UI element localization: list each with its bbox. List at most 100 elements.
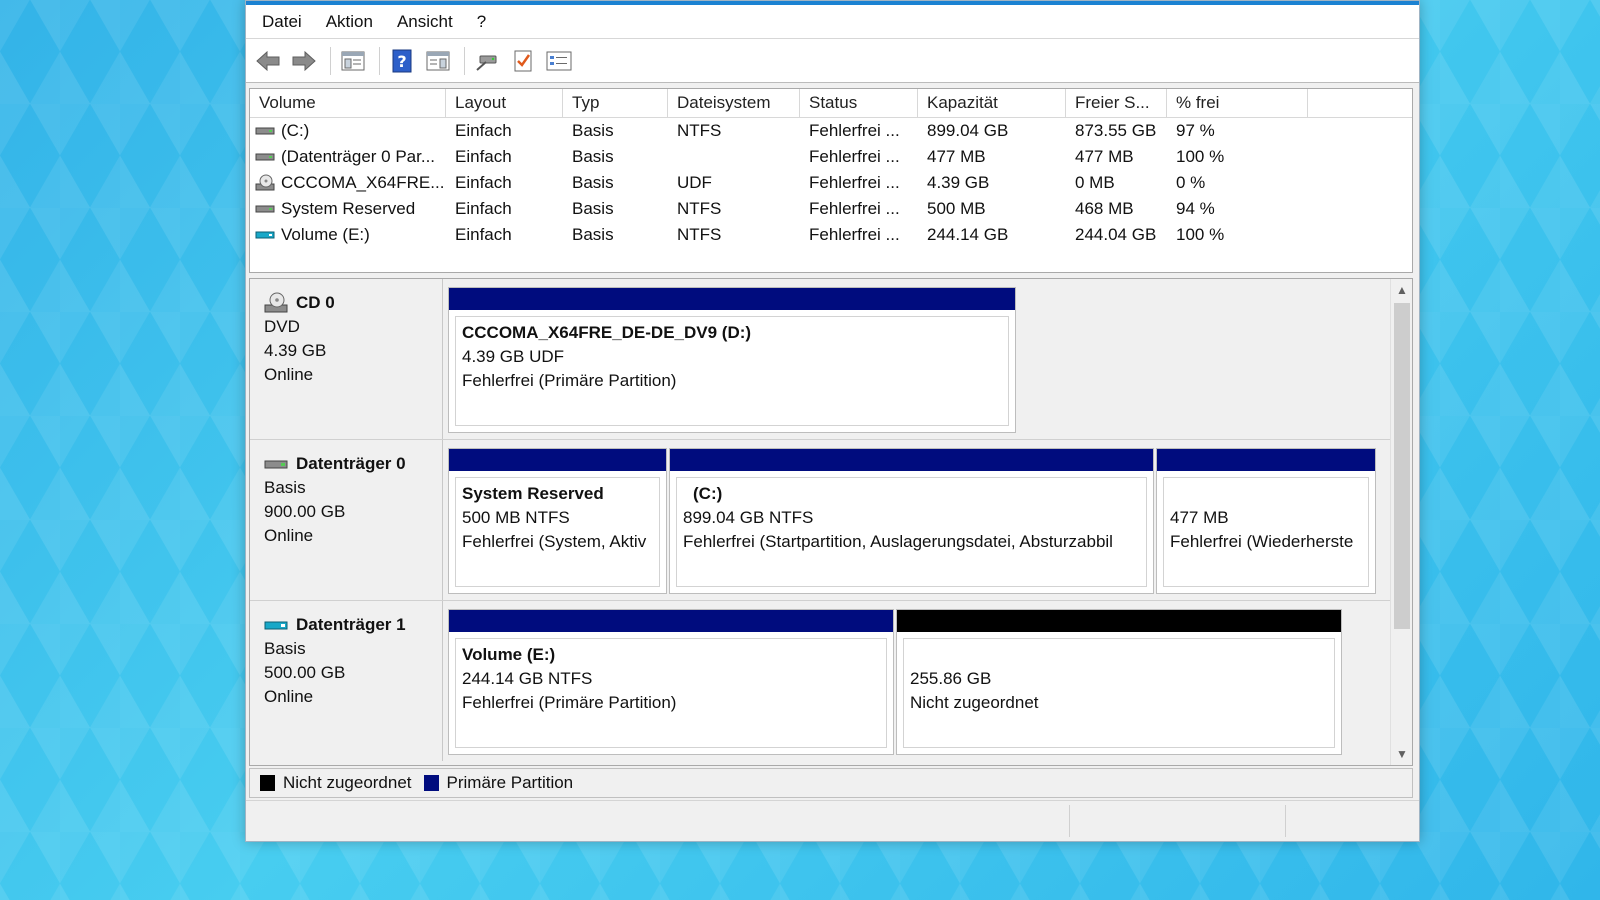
disk-title: Datenträger 1 [264, 613, 442, 637]
connect-disk-button[interactable] [471, 45, 503, 77]
partition-recovery[interactable]: 477 MB Fehlerfrei (Wiederherste [1156, 448, 1376, 594]
primary-partition-bar [449, 288, 1015, 310]
disk-type: Basis [264, 478, 306, 497]
volume-cell: System Reserved [250, 196, 446, 222]
percent-free-cell: 100 % [1176, 225, 1225, 244]
volume-name: Volume (E:) [281, 225, 370, 244]
volume-list-header: Volume Layout Typ Dateisystem Status Kap… [250, 89, 1412, 118]
partition-size: 477 MB [1170, 508, 1229, 527]
layout-cell: Einfach [455, 225, 512, 244]
vertical-scrollbar[interactable]: ▲ ▼ [1390, 279, 1412, 765]
menu-ansicht[interactable]: Ansicht [385, 7, 465, 37]
scroll-down-arrow-icon[interactable]: ▼ [1391, 743, 1412, 765]
drive-icon [255, 124, 275, 138]
partition-c[interactable]: (C:) 899.04 GB NTFS Fehlerfrei (Startpar… [669, 448, 1154, 594]
properties-button[interactable] [507, 45, 539, 77]
unallocated-bar [897, 610, 1341, 632]
volume-list: Volume Layout Typ Dateisystem Status Kap… [249, 88, 1413, 273]
partition-details: System Reserved 500 MB NTFS Fehlerfrei (… [455, 477, 660, 587]
partition-status: Fehlerfrei (System, Aktiv [462, 532, 647, 551]
partition-title [1170, 482, 1362, 506]
percent-free-cell: 0 % [1176, 173, 1206, 192]
status-cell: Fehlerfrei ... [809, 173, 900, 192]
capacity-cell: 244.14 GB [927, 225, 1009, 244]
toolbar-separator [464, 46, 465, 75]
back-button[interactable] [252, 45, 284, 77]
drive-icon [264, 456, 288, 472]
volume-name: System Reserved [281, 199, 416, 218]
volume-row[interactable]: Volume (E:) Einfach Basis NTFS Fehlerfre… [250, 222, 1412, 248]
console-tree-icon [341, 51, 365, 70]
menu-help[interactable]: ? [465, 7, 498, 37]
connect-disk-icon [476, 55, 497, 71]
volume-row[interactable]: CCCOMA_X64FRE... Einfach Basis UDF Fehle… [250, 170, 1412, 196]
toolbar-separator [330, 46, 331, 75]
capacity-cell: 4.39 GB [927, 173, 990, 192]
partition-size: 899.04 GB NTFS [683, 508, 814, 527]
list-view-button[interactable] [543, 45, 575, 77]
forward-arrow-icon [292, 50, 316, 71]
scroll-thumb[interactable] [1394, 303, 1410, 629]
legend-swatch-unallocated [260, 775, 275, 791]
primary-partition-bar [449, 610, 893, 632]
partition-size: 500 MB NTFS [462, 508, 570, 527]
partition-cccoma-d[interactable]: CCCOMA_X64FRE_DE-DE_DV9 (D:) 4.39 GB UDF… [448, 287, 1016, 433]
partition-system-reserved[interactable]: System Reserved 500 MB NTFS Fehlerfrei (… [448, 448, 667, 594]
disk-info-cd0[interactable]: CD 0 DVD 4.39 GB Online [250, 279, 443, 439]
disk-management-window: Datei Aktion Ansicht ? ? Volume Layout T… [245, 0, 1420, 842]
volume-row[interactable]: System Reserved Einfach Basis NTFS Fehle… [250, 196, 1412, 222]
typ-cell: Basis [572, 121, 614, 140]
partition-details: (C:) 899.04 GB NTFS Fehlerfrei (Startpar… [676, 477, 1147, 587]
help-button[interactable]: ? [386, 45, 418, 77]
primary-partition-bar [670, 449, 1153, 471]
disk-state: Online [264, 687, 314, 706]
disk-row-disk0: Datenträger 0 Basis 900.00 GB Online Sys… [250, 440, 1390, 601]
volume-row[interactable]: (Datenträger 0 Par... Einfach Basis Fehl… [250, 144, 1412, 170]
status-divider [1069, 805, 1070, 837]
menu-aktion[interactable]: Aktion [314, 7, 385, 37]
disk-info-disk1[interactable]: Datenträger 1 Basis 500.00 GB Online [250, 601, 443, 761]
partition-title: CCCOMA_X64FRE_DE-DE_DV9 (D:) [462, 323, 752, 342]
partition-size: 244.14 GB NTFS [462, 669, 593, 688]
dvd-icon [264, 292, 288, 314]
column-header-freier-speicher[interactable]: Freier S... [1066, 89, 1167, 117]
capacity-cell: 477 MB [927, 147, 986, 166]
status-cell: Fehlerfrei ... [809, 225, 900, 244]
drive-icon [255, 202, 275, 216]
partition-details: Volume (E:) 244.14 GB NTFS Fehlerfrei (P… [455, 638, 887, 748]
toolbar: ? [246, 39, 1419, 83]
list-view-icon [546, 51, 572, 70]
column-header-kapazitaet[interactable]: Kapazität [918, 89, 1066, 117]
column-header-typ[interactable]: Typ [563, 89, 668, 117]
partition-title: Volume (E:) [462, 645, 556, 664]
console-tree-button[interactable] [337, 45, 369, 77]
disk-title: CD 0 [264, 291, 442, 315]
menu-datei[interactable]: Datei [250, 7, 314, 37]
column-header-volume[interactable]: Volume [250, 89, 446, 117]
dvd-icon [255, 174, 275, 192]
volume-row[interactable]: (C:) Einfach Basis NTFS Fehlerfrei ... 8… [250, 118, 1412, 144]
partition-unallocated[interactable]: 255.86 GB Nicht zugeordnet [896, 609, 1342, 755]
disk-name: CD 0 [296, 293, 335, 312]
forward-button[interactable] [288, 45, 320, 77]
action-pane-button[interactable] [422, 45, 454, 77]
disk-title: Datenträger 0 [264, 452, 442, 476]
partition-volume-e[interactable]: Volume (E:) 244.14 GB NTFS Fehlerfrei (P… [448, 609, 894, 755]
layout-cell: Einfach [455, 199, 512, 218]
disk-name: Datenträger 1 [296, 615, 406, 634]
partition-status: Fehlerfrei (Primäre Partition) [462, 371, 677, 390]
free-space-cell: 244.04 GB [1075, 225, 1157, 244]
action-pane-icon [426, 51, 450, 70]
volume-cell: (C:) [250, 118, 446, 144]
disk-type: Basis [264, 639, 306, 658]
column-header-dateisystem[interactable]: Dateisystem [668, 89, 800, 117]
percent-free-cell: 94 % [1176, 199, 1215, 218]
column-header-layout[interactable]: Layout [446, 89, 563, 117]
capacity-cell: 899.04 GB [927, 121, 1009, 140]
column-header-status[interactable]: Status [800, 89, 918, 117]
toolbar-separator [379, 46, 380, 75]
column-header-prozent-frei[interactable]: % frei [1167, 89, 1308, 117]
scroll-up-arrow-icon[interactable]: ▲ [1391, 279, 1412, 301]
menu-bar: Datei Aktion Ansicht ? [246, 5, 1419, 39]
disk-info-disk0[interactable]: Datenträger 0 Basis 900.00 GB Online [250, 440, 443, 600]
